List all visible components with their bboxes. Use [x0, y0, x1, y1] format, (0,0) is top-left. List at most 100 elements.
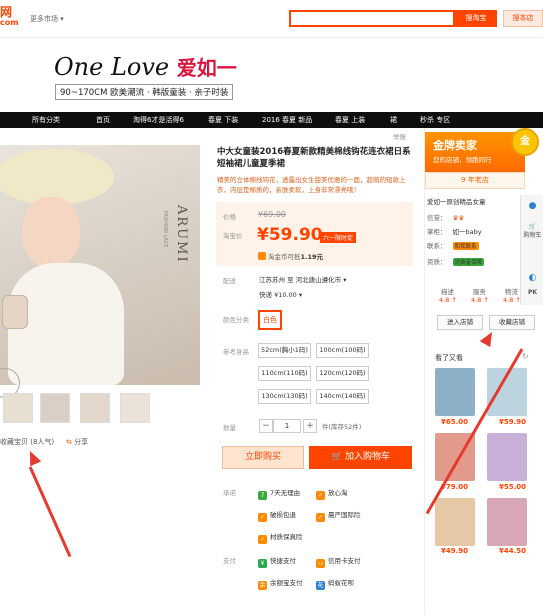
promise-label: 承诺 [223, 489, 236, 497]
add-to-cart-label: 加入购物车 [345, 452, 391, 462]
size-option[interactable]: 100cm(100码) [316, 343, 369, 358]
coin-text: 淘金币可抵 [268, 253, 301, 261]
promise-item: ✓ 晨严国际险 [316, 509, 361, 522]
quantity-minus-button[interactable]: − [259, 419, 273, 433]
promise-item: 7 7天无理由 [258, 487, 300, 500]
collect-item-button[interactable]: 收藏宝贝 (8人气) [0, 437, 54, 447]
recommended-item[interactable] [487, 498, 527, 546]
add-to-cart-button[interactable]: 🛒 加入购物车 [309, 446, 412, 469]
shield-icon: ✓ [316, 491, 325, 500]
more-markets-dropdown[interactable]: 更多市场 ▾ [30, 14, 64, 24]
promise-item: ✓ 材质保真险 [258, 531, 303, 544]
size-option[interactable]: 140cm(140码) [316, 389, 369, 404]
yuebao-icon: 余 [258, 581, 267, 590]
cart-rail-icon: 🛒 [528, 223, 537, 230]
enter-store-button[interactable]: 进入店铺 [437, 315, 483, 330]
shipping-location-select[interactable]: 江苏苏州 至 河北唐山遵化市 ▾ [259, 274, 346, 284]
promise-text: 破损包退 [270, 511, 296, 519]
contact-row: 联系： 和我联系 [427, 240, 479, 250]
shop-nav: 所有分类 首页 淘得6才是活得6 春夏 下装 2016 春夏 新品 春夏 上装 … [0, 112, 543, 128]
quantity-plus-button[interactable]: + [303, 419, 317, 433]
promise-item: ✓ 破损包退 [258, 509, 296, 522]
share-button[interactable]: ⇆ 分享 [66, 437, 88, 447]
refresh-icon[interactable]: ↻ [522, 352, 529, 361]
size-label: 参考身高 [223, 348, 249, 356]
size-option[interactable]: 130cm(130码) [258, 389, 311, 404]
nav-item[interactable]: 秒杀 专区 [420, 115, 450, 125]
promise-text: 7天无理由 [270, 489, 301, 497]
shipping-label: 配送 [223, 277, 236, 285]
color-option-white[interactable]: 白色 [258, 310, 282, 330]
cart-rail-button[interactable]: 🛒 购物车 [521, 223, 543, 239]
coin-discount: 淘金币可抵1.19元 [258, 251, 323, 261]
thumbnail[interactable] [3, 393, 33, 423]
quantity-input[interactable]: 1 [273, 419, 301, 433]
cart-icon: 🛒 [330, 452, 343, 462]
nav-item[interactable]: 所有分类 [32, 115, 60, 125]
recommended-price: ¥55.00 [499, 483, 527, 491]
qualification-row: 资质： 消费者保障 [427, 256, 485, 266]
recommended-item[interactable] [487, 433, 527, 481]
keeper-label: 掌柜： [427, 228, 447, 236]
site-logo[interactable]: 网 com [0, 6, 19, 28]
product-title: 中大女童装2016春夏新款精美棉线钩花连衣裙日系短袖裙儿童夏季裙 [217, 147, 411, 169]
credit-row: 信誉： ♛♛ [427, 212, 464, 222]
payment-text: 蚂蚁花呗 [328, 579, 354, 587]
compare-pk-button[interactable]: PK [521, 289, 543, 296]
dsr-value: 4.8 ↑ [503, 296, 521, 304]
overlay-sub-text: FASHION LACE [162, 211, 168, 248]
payment-item: ¥ 快捷支付 [258, 555, 296, 568]
price-box: 价格 ¥69.00 淘宝价 ¥59.90 六一限时促 淘金币可抵1.19元 [216, 202, 413, 266]
shipping-fee-select[interactable]: 快递 ¥10.00 ▾ [259, 289, 302, 299]
search-input[interactable] [289, 10, 455, 27]
share-icon: ⇆ [66, 438, 72, 446]
shield-icon: ✓ [316, 513, 325, 522]
history-icon[interactable]: ◐ [521, 273, 543, 283]
message-icon[interactable]: ● [521, 201, 543, 211]
overlay-brand-text: ARUMI [174, 205, 189, 264]
recommended-item[interactable] [435, 368, 475, 416]
recommended-item[interactable] [435, 498, 475, 546]
dsr-header: 服务 [473, 288, 486, 296]
logo-text: 网 [0, 5, 13, 19]
promo-label: 淘宝价 [223, 232, 243, 240]
report-link[interactable]: 举报 [393, 131, 406, 141]
search-store-button[interactable]: 搜本店 [503, 10, 543, 27]
promise-item: ✓ 放心淘 [316, 487, 348, 500]
contact-seller-button[interactable]: 和我联系 [452, 242, 479, 250]
gold-seller-title: 金牌卖家 [433, 139, 477, 152]
shop-brand-logo[interactable]: One Love 爱如一 [54, 52, 237, 81]
nav-item[interactable]: 首页 [96, 115, 110, 125]
price-label: 价格 [223, 213, 236, 221]
thumbnail-strip [0, 393, 200, 423]
nav-item[interactable]: 春夏 下装 [208, 115, 238, 125]
size-option[interactable]: 120cm(120码) [316, 366, 369, 381]
nav-item[interactable]: 2016 春夏 新品 [262, 115, 312, 125]
stock-text: 件(库存52件) [322, 423, 362, 431]
keeper-name[interactable]: 如一baby [453, 228, 482, 236]
thumbnail[interactable] [80, 393, 110, 423]
nav-item[interactable]: 淘得6才是活得6 [133, 115, 184, 125]
thumbnail[interactable] [120, 393, 150, 423]
size-option[interactable]: 52cm(胸小1码) [258, 343, 311, 358]
contact-label: 联系： [427, 242, 447, 250]
nav-item[interactable]: 春夏 上装 [335, 115, 365, 125]
dsr-header: 物流 [505, 288, 518, 296]
payment-item: 花蚂蚁花呗 [316, 577, 354, 590]
check-icon: 7 [258, 491, 267, 500]
logo-sub-text: com [0, 18, 19, 27]
shop-name[interactable]: 爱如一原创精品女童 [427, 196, 486, 206]
thumbnail[interactable] [40, 393, 70, 423]
nav-item[interactable]: 裙 [390, 115, 397, 125]
buy-now-button[interactable]: 立即购买 [222, 446, 304, 469]
favorite-store-button[interactable]: 收藏店铺 [489, 315, 535, 330]
product-desc: 精美的立体棉线钩花，透露出女生甜美优雅的一面，超萌的短款上衣，内层是棉质的，亲肤… [217, 176, 406, 194]
payment-item: ▭ 信用卡支付 [316, 555, 361, 568]
share-label: 分享 [74, 438, 89, 446]
main-product-image[interactable]: ARUMI FASHION LACE [0, 145, 200, 385]
payment-text: 快捷支付 [270, 557, 296, 565]
search-taobao-button[interactable]: 搜淘宝 [455, 10, 497, 27]
store-years-badge: 9 年老店 [425, 172, 525, 189]
payment-text: 余额宝支付 [270, 579, 303, 587]
size-option[interactable]: 110cm(110码) [258, 366, 311, 381]
